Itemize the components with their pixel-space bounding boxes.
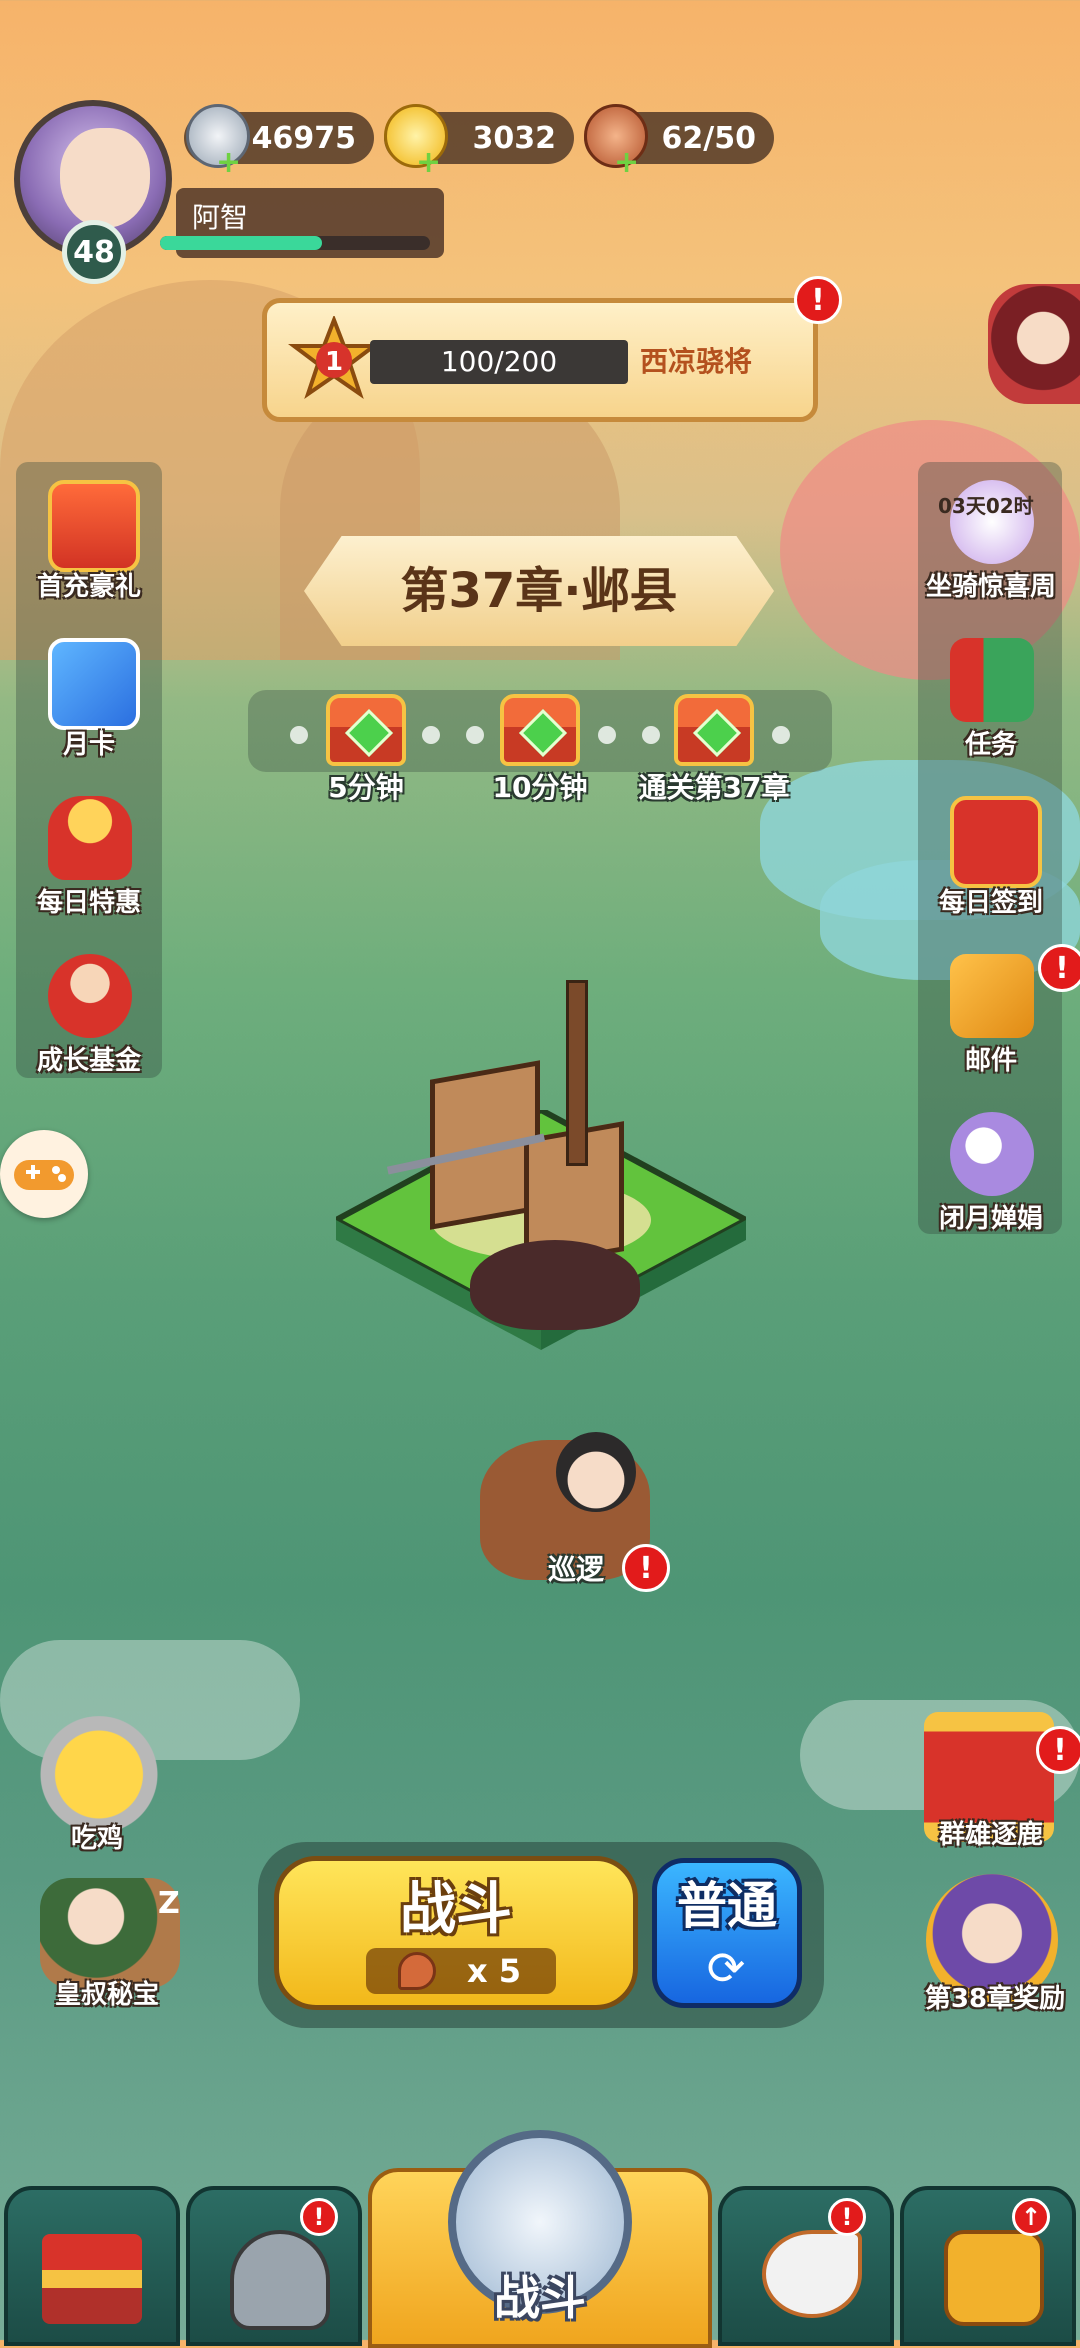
nav-tab-city[interactable] [4,2186,180,2346]
chapter-title: 第37章·邺县 [400,563,678,619]
horn-icon [762,2230,862,2318]
heroes-race-label: 群雄逐鹿 [938,1820,1043,1850]
rank-progress-text: 100/200 [440,345,558,378]
progress-dot [422,726,440,744]
helmet-icon [230,2230,330,2330]
chest-label: 5分钟 [328,771,404,804]
boar-enemy [470,1240,640,1330]
right-item-mount-week[interactable]: 03天02时 坐骑惊喜周 [916,470,1066,610]
rank-title: 西凉骁将 [640,345,753,378]
progress-dot [466,726,484,744]
right-item-label: 闭月婵娟 [938,1204,1043,1234]
add-stamina-icon[interactable]: + [614,148,639,178]
patrol-rider [556,1432,636,1512]
left-item-label: 首充豪礼 [36,572,141,602]
sign-in-icon [950,796,1042,888]
heroes-alert-badge: ! [300,2198,338,2236]
fist-upgrade-icon [944,2230,1044,2326]
right-item-label: 邮件 [964,1046,1017,1076]
mail-icon [950,954,1034,1038]
add-silver-icon[interactable]: + [216,148,241,178]
battle-button-label: 战斗 [400,1877,512,1942]
left-item-first-recharge[interactable]: 首充豪礼 [14,470,164,610]
left-item-monthly-card[interactable]: 月卡 [14,628,164,768]
gold-ingot-value: 3032 [472,120,557,156]
gift-bag-icon [48,796,132,880]
silver-coin-value: 46975 [251,120,356,156]
uncle-treasure-label: 皇叔秘宝 [54,1980,159,2010]
nav-tab-equipment[interactable]: ! [718,2186,894,2346]
chicken-event-label: 吃鸡 [70,1824,123,1854]
right-item-label: 坐骑惊喜周 [925,572,1056,602]
battle-cost-text: x 5 [466,1952,522,1990]
moon-beauty-icon [950,1112,1034,1196]
chest-label: 通关第37章 [638,771,790,804]
upgrade-arrow-icon: ↑ [1012,2198,1050,2236]
nav-tab-heroes[interactable]: ! [186,2186,362,2346]
rank-alert-badge: ! [794,276,842,324]
left-item-label: 成长基金 [36,1046,141,1076]
monthly-card-icon [48,638,140,730]
add-gold-icon[interactable]: + [416,148,441,178]
left-item-growth-fund[interactable]: 成长基金 [14,944,164,1084]
right-item-label: 每日签到 [938,888,1043,918]
progress-dot [290,726,308,744]
scroll-icon [950,638,1034,722]
chest-label: 10分钟 [492,771,588,804]
patrol-alert-badge: ! [622,1544,670,1592]
heroes-race-alert-badge: ! [1036,1726,1080,1774]
right-item-tasks[interactable]: 任务 [916,628,1066,768]
right-item-daily-sign-in[interactable]: 每日签到 [916,786,1066,926]
right-item-moon-beauty[interactable]: 闭月婵娟 [916,1102,1066,1242]
avatar-face [60,128,150,228]
nav-battle-label: 战斗 [494,2271,586,2325]
gamepad-button[interactable] [0,1130,88,1218]
city-gate-icon [42,2234,142,2324]
player-level-badge: 48 [62,220,126,284]
rank-medal-icon: 1 [288,316,380,400]
left-item-label: 月卡 [62,730,115,760]
gamepad-icon [14,1160,74,1190]
exp-bar-fill [160,236,322,250]
player-name: 阿智 [192,201,249,234]
right-item-label: 任务 [964,730,1017,760]
stamina-value: 62/50 [661,120,756,156]
patrol-label[interactable]: 巡逻 [548,1548,604,1588]
left-item-label: 每日特惠 [36,888,141,918]
mail-alert-badge: ! [1038,944,1080,992]
progress-dot [642,726,660,744]
event-character-icon[interactable] [988,284,1080,404]
spear-pole [566,980,588,1166]
chapter-38-reward-label: 第38章奖励 [924,1984,1066,2014]
left-item-daily-deal[interactable]: 每日特惠 [14,786,164,926]
equipment-alert-badge: ! [828,2198,866,2236]
sleep-indicator: Z [158,1886,180,1921]
fortune-god-icon [48,954,132,1038]
mount-event-timer: 03天02时 [938,494,1034,518]
treasure-chest-icon [48,480,140,572]
progress-dot [772,726,790,744]
progress-dot [598,726,616,744]
svg-text:1: 1 [325,347,343,377]
mode-label: 普通 [677,1877,777,1935]
refresh-icon: ⟳ [706,1941,746,1995]
nav-tab-upgrade[interactable]: ↑ [900,2186,1076,2346]
